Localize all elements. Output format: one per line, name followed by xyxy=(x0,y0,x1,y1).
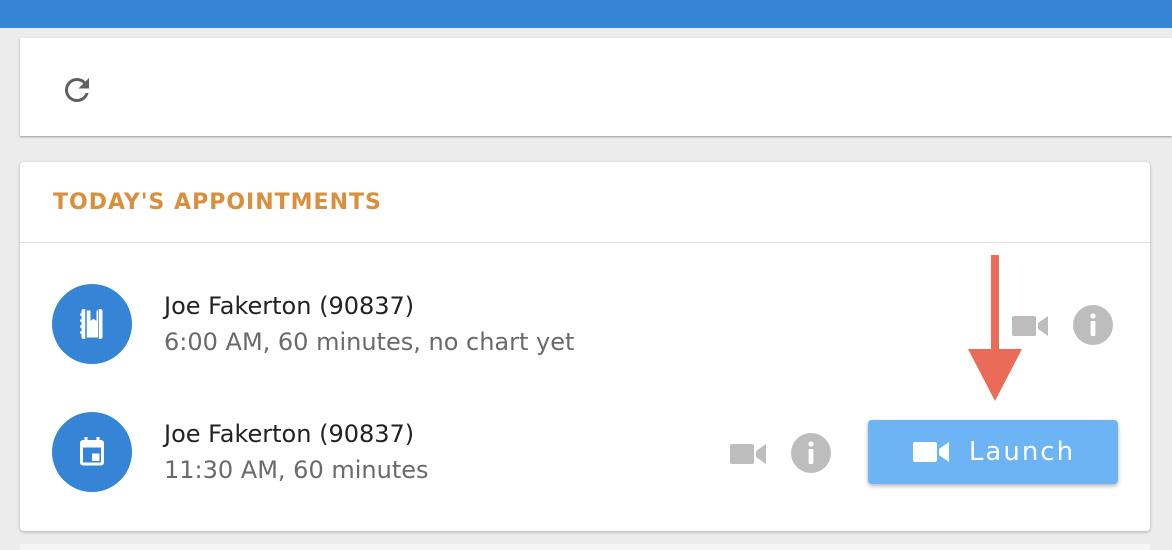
toolbar xyxy=(20,38,1172,136)
divider xyxy=(20,242,1150,243)
info-button[interactable] xyxy=(1072,304,1114,346)
next-card-edge xyxy=(20,544,1150,550)
launch-button[interactable]: Launch xyxy=(868,420,1118,484)
top-app-bar xyxy=(0,0,1172,28)
appointment-name: Joe Fakerton (90837) xyxy=(164,420,415,448)
info-icon xyxy=(1073,305,1113,345)
appointment-detail: 11:30 AM, 60 minutes xyxy=(164,456,429,484)
appointment-detail: 6:00 AM, 60 minutes, no chart yet xyxy=(164,328,575,356)
appointment-avatar xyxy=(52,284,132,364)
refresh-icon xyxy=(64,77,89,102)
video-camera-icon xyxy=(912,442,949,462)
appointment-avatar xyxy=(52,412,132,492)
video-camera-icon xyxy=(730,444,766,464)
notebook-icon xyxy=(80,309,103,339)
info-icon xyxy=(791,433,831,473)
calendar-icon xyxy=(80,437,104,466)
appointment-name: Joe Fakerton (90837) xyxy=(164,292,415,320)
pointer-arrow xyxy=(968,255,1022,401)
info-button[interactable] xyxy=(790,432,832,474)
refresh-button[interactable] xyxy=(58,71,96,109)
video-button[interactable] xyxy=(726,436,770,472)
card-title: TODAY'S APPOINTMENTS xyxy=(53,190,382,215)
launch-label: Launch xyxy=(968,437,1076,467)
